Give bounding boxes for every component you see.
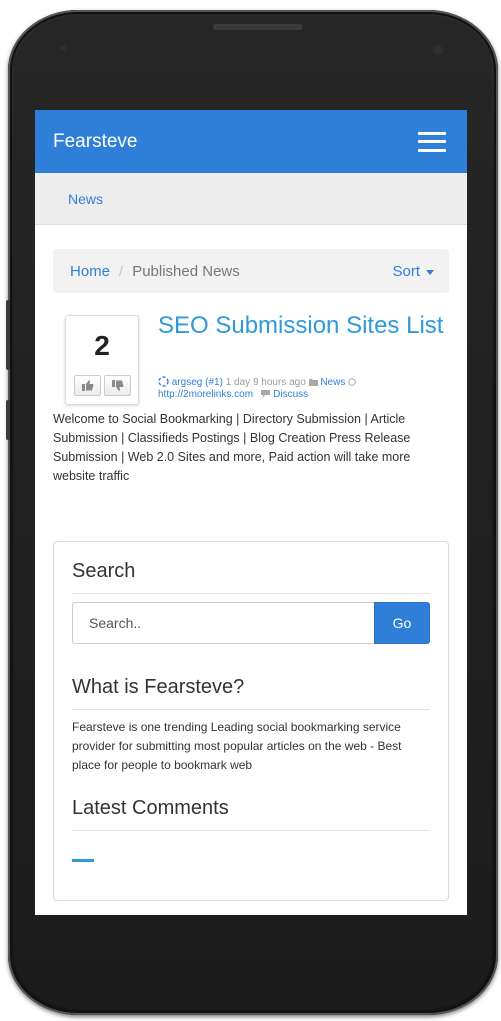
user-avatar-icon [158, 376, 169, 387]
comment-icon [261, 390, 271, 398]
go-button[interactable]: Go [374, 602, 430, 644]
thumbs-down-icon [111, 380, 123, 391]
story-meta: argseg (#1) 1 day 9 hours ago News http:… [158, 376, 458, 401]
vote-buttons [74, 375, 131, 396]
power-button [6, 400, 10, 440]
brand-logo[interactable]: Fearsteve [53, 131, 137, 153]
vote-up-button[interactable] [74, 375, 101, 396]
breadcrumb-separator: / [119, 262, 124, 280]
vote-count: 2 [94, 330, 110, 361]
search-input[interactable] [72, 602, 374, 644]
camera-icon [433, 45, 443, 55]
comments-widget-title: Latest Comments [72, 797, 430, 831]
sidebar-panel: Search Go What is Fearsteve? Fearsteve i… [53, 541, 449, 901]
search-widget-title: Search [72, 560, 430, 594]
story-category-link[interactable]: News [320, 377, 345, 388]
device-frame: Fearsteve News Home / Published News Sor… [0, 0, 501, 1021]
story-description: Welcome to Social Bookmarking | Director… [53, 412, 411, 483]
vote-box: 2 [65, 315, 139, 405]
folder-icon [308, 379, 318, 386]
about-widget-title: What is Fearsteve? [72, 676, 430, 710]
search-form: Go [72, 602, 430, 644]
story-time: 1 day 9 hours ago [225, 377, 306, 388]
breadcrumb-home-link[interactable]: Home [70, 263, 110, 280]
story-author-link[interactable]: argseg (#1) [172, 377, 223, 388]
story-title-link[interactable]: SEO Submission Sites List [158, 312, 458, 339]
sort-dropdown[interactable]: Sort [392, 263, 434, 280]
breadcrumb-current: Published News [132, 262, 240, 280]
thumbs-up-icon [81, 380, 93, 391]
volume-button [6, 300, 10, 370]
sensor-icon [60, 45, 66, 51]
vote-down-button[interactable] [104, 375, 131, 396]
phone-screen: Fearsteve News Home / Published News Sor… [35, 110, 467, 915]
breadcrumb: Home / Published News Sort [53, 249, 449, 293]
subnav: News [35, 173, 467, 225]
globe-icon [348, 378, 356, 386]
menu-icon[interactable] [418, 131, 446, 152]
subnav-news-link[interactable]: News [68, 191, 103, 207]
story-discuss-link[interactable]: Discuss [273, 389, 308, 400]
main-content: Home / Published News Sort 2 SEO Submiss… [35, 225, 467, 901]
speaker-grille [213, 24, 303, 30]
navbar: Fearsteve [35, 110, 467, 173]
caret-down-icon [426, 269, 434, 275]
story-item: 2 SEO Submission Sites List argseg (#1) … [53, 312, 449, 525]
sort-label: Sort [392, 262, 420, 280]
about-text: Fearsteve is one trending Leading social… [72, 720, 402, 772]
comment-item-peek[interactable] [72, 859, 94, 868]
story-url-link[interactable]: http://2morelinks.com [158, 389, 253, 400]
